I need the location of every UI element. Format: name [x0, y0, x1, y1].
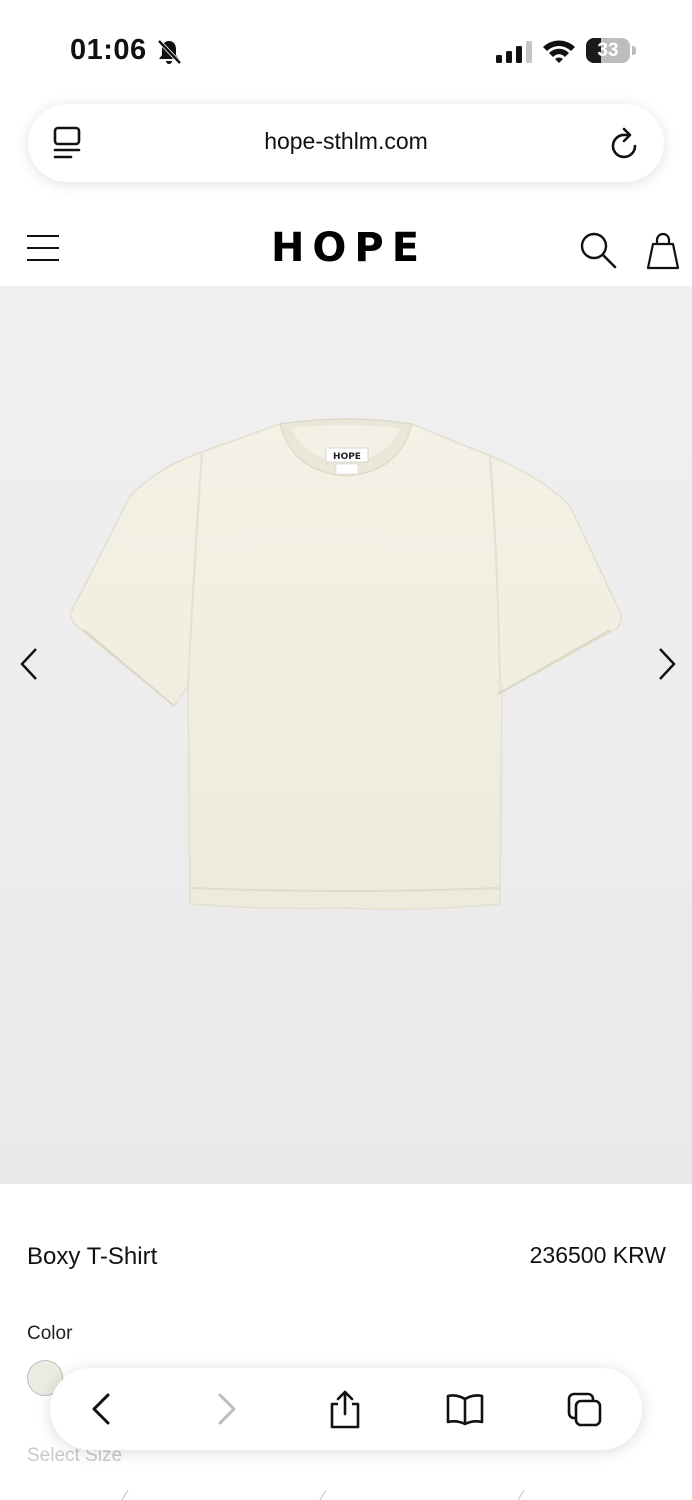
neck-label-text: HOPE: [333, 452, 361, 462]
menu-icon[interactable]: [26, 234, 60, 262]
battery-icon: 33: [586, 38, 636, 64]
reload-icon[interactable]: [608, 124, 642, 162]
bell-slash-icon: [157, 39, 182, 65]
share-icon[interactable]: [325, 1388, 365, 1430]
site-header: HOPE: [0, 200, 692, 286]
brand-logo[interactable]: HOPE: [266, 222, 432, 274]
cellular-signal-icon: [496, 41, 532, 63]
battery-level: 33: [597, 40, 619, 61]
status-bar: 01:06 33: [0, 0, 692, 100]
chevron-left-icon[interactable]: [14, 644, 44, 684]
wifi-icon: [543, 40, 575, 63]
chevron-right-icon[interactable]: [652, 644, 682, 684]
url-text[interactable]: hope-sthlm.com: [28, 128, 664, 155]
product-image: HOPE: [70, 418, 622, 911]
product-price: 236500 KRW: [529, 1242, 666, 1268]
search-icon[interactable]: [578, 230, 618, 270]
product-gallery[interactable]: HOPE: [0, 286, 692, 1184]
size-option-edge[interactable]: [318, 1490, 328, 1500]
status-time: 01:06: [70, 34, 147, 66]
color-label: Color: [27, 1323, 73, 1344]
forward-icon[interactable]: [206, 1388, 246, 1430]
browser-toolbar: [50, 1368, 642, 1450]
size-option-edge[interactable]: [516, 1490, 526, 1500]
size-option-edge[interactable]: [120, 1490, 130, 1500]
product-name: Boxy T-Shirt: [27, 1243, 158, 1270]
bookmarks-icon[interactable]: [445, 1388, 485, 1430]
shopping-bag-icon[interactable]: [644, 230, 682, 270]
back-icon[interactable]: [82, 1388, 122, 1430]
tabs-overview-icon[interactable]: [565, 1388, 605, 1430]
address-bar[interactable]: hope-sthlm.com: [28, 104, 664, 182]
